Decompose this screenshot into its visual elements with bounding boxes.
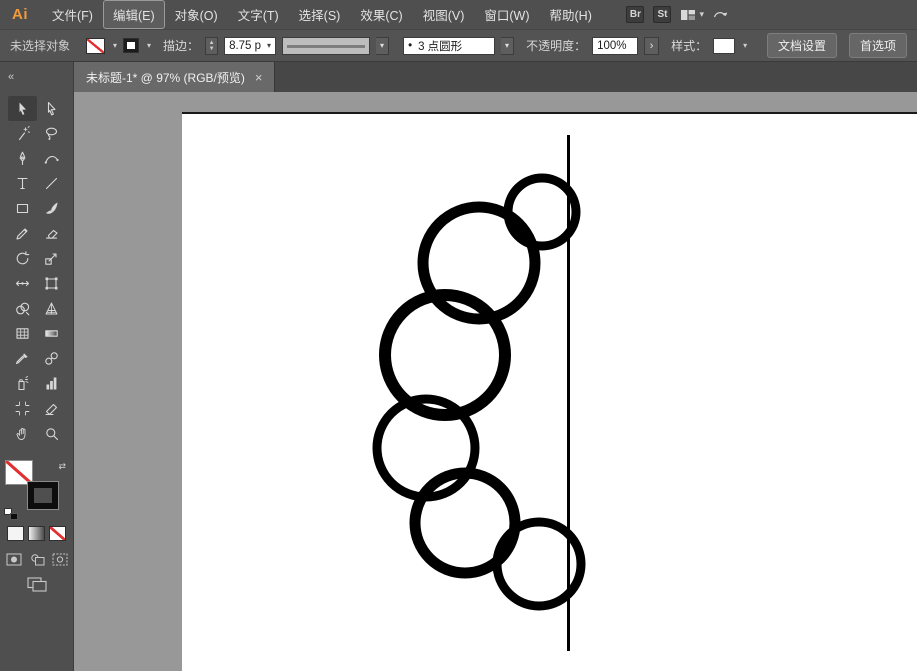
eyedropper-tool[interactable] (8, 346, 37, 371)
screen-mode-icon[interactable] (27, 577, 47, 595)
menu-select[interactable]: 选择(S) (289, 0, 351, 29)
magic-wand-tool[interactable] (8, 121, 37, 146)
rectangle-tool[interactable] (8, 196, 37, 221)
width-profile-dropdown-icon[interactable]: ▾ (376, 37, 389, 55)
selection-status: 未选择对象 (10, 37, 70, 54)
opacity-panel-launcher[interactable]: › (644, 37, 659, 55)
fill-color-swatch[interactable] (86, 38, 105, 54)
control-bar: 未选择对象 ▾ ▾ 描边： ▲ ▼ 8.75 p ▾ ▾ • 3 点圆形 ▾ 不… (0, 30, 917, 62)
chevron-down-icon: ▾ (699, 9, 704, 20)
eraser-tool[interactable] (37, 221, 66, 246)
menu-window[interactable]: 窗口(W) (474, 0, 539, 29)
gradient-button[interactable] (28, 526, 45, 541)
pen-tool[interactable] (8, 146, 37, 171)
default-fill-stroke-icon[interactable] (4, 508, 18, 520)
draw-behind-icon[interactable] (27, 551, 47, 567)
document-tab[interactable]: 未标题-1* @ 97% (RGB/预览) × (74, 62, 275, 92)
menu-file[interactable]: 文件(F) (42, 0, 103, 29)
tools-panel-header[interactable]: « (0, 62, 74, 92)
cc-sync-icon[interactable] (713, 8, 729, 21)
style-label: 样式： (671, 37, 707, 54)
curvature-tool[interactable] (37, 146, 66, 171)
column-graph-tool[interactable] (37, 371, 66, 396)
workspace-switcher[interactable]: ▾ (680, 8, 704, 22)
menu-type[interactable]: 文字(T) (228, 0, 289, 29)
stroke-color-swatch[interactable] (123, 38, 139, 53)
color-type-buttons (0, 526, 73, 541)
width-tool[interactable] (8, 271, 37, 296)
menu-effect[interactable]: 效果(C) (350, 0, 412, 29)
tools-panel: ⇄ (0, 92, 74, 671)
swap-fill-stroke-icon[interactable]: ⇄ (58, 461, 66, 472)
type-tool[interactable] (8, 171, 37, 196)
stroke-swatch[interactable] (27, 481, 59, 510)
app-logo: Ai (12, 6, 28, 23)
close-icon[interactable]: × (255, 70, 263, 85)
menubar: Ai 文件(F) 编辑(E) 对象(O) 文字(T) 选择(S) 效果(C) 视… (0, 0, 917, 30)
artboard[interactable] (182, 112, 917, 671)
menu-view[interactable]: 视图(V) (413, 0, 475, 29)
bridge-icon[interactable]: Br (626, 6, 644, 23)
width-profile-dropdown[interactable] (282, 37, 370, 55)
illustrator-window: Ai 文件(F) 编辑(E) 对象(O) 文字(T) 选择(S) 效果(C) 视… (0, 0, 917, 671)
mesh-tool[interactable] (8, 321, 37, 346)
style-dropdown-icon[interactable]: ▾ (743, 41, 747, 50)
artwork-svg (182, 114, 917, 671)
canvas-area[interactable] (74, 92, 917, 671)
stroke-weight-stepper[interactable]: ▲ ▼ (205, 37, 218, 55)
free-transform-tool[interactable] (37, 271, 66, 296)
collapse-panel-icon[interactable]: « (8, 71, 14, 83)
stroke-weight-dropdown-icon[interactable]: ▾ (263, 41, 271, 50)
opacity-label: 不透明度： (526, 37, 586, 54)
fill-stroke-control: ⇄ (0, 460, 73, 520)
scale-tool[interactable] (37, 246, 66, 271)
document-tab-title: 未标题-1* @ 97% (RGB/预览) (86, 69, 245, 86)
brush-definition-field[interactable]: • 3 点圆形 (403, 37, 495, 55)
brush-dropdown-icon[interactable]: ▾ (501, 37, 514, 55)
fill-dropdown-icon[interactable]: ▾ (113, 41, 117, 50)
gradient-tool[interactable] (37, 321, 66, 346)
blend-tool[interactable] (37, 346, 66, 371)
stock-icon[interactable]: St (653, 6, 671, 23)
drawing-modes (0, 551, 73, 567)
symbol-sprayer-tool[interactable] (8, 371, 37, 396)
screen-mode-control (0, 577, 73, 595)
pencil-tool[interactable] (8, 221, 37, 246)
preferences-button[interactable]: 首选项 (849, 33, 907, 58)
document-setup-button[interactable]: 文档设置 (767, 33, 837, 58)
shape-builder-tool[interactable] (8, 296, 37, 321)
brush-name: 3 点圆形 (418, 38, 462, 54)
color-button[interactable] (7, 526, 24, 541)
stroke-weight-label: 描边： (163, 37, 199, 54)
hand-tool[interactable] (8, 421, 37, 446)
opacity-field[interactable]: 100% (592, 37, 638, 55)
slice-tool[interactable] (37, 396, 66, 421)
workspace-icon (680, 8, 696, 22)
draw-normal-icon[interactable] (4, 551, 24, 567)
lasso-tool[interactable] (37, 121, 66, 146)
none-button[interactable] (49, 526, 66, 541)
paintbrush-tool[interactable] (37, 196, 66, 221)
style-swatch[interactable] (713, 38, 735, 54)
draw-inside-icon[interactable] (50, 551, 70, 567)
document-tabs: 未标题-1* @ 97% (RGB/预览) × (74, 62, 917, 92)
stroke-weight-field[interactable]: 8.75 p ▾ (224, 37, 276, 55)
menu-edit[interactable]: 编辑(E) (103, 0, 165, 29)
stroke-dropdown-icon[interactable]: ▾ (147, 41, 151, 50)
stepper-down-icon[interactable]: ▼ (209, 46, 215, 52)
perspective-grid-tool[interactable] (37, 296, 66, 321)
menu-object[interactable]: 对象(O) (165, 0, 228, 29)
brush-preview-dot: • (408, 40, 412, 52)
zoom-tool[interactable] (37, 421, 66, 446)
direct-selection-tool[interactable] (37, 96, 66, 121)
artboard-tool[interactable] (8, 396, 37, 421)
line-segment-tool[interactable] (37, 171, 66, 196)
selection-tool[interactable] (8, 96, 37, 121)
rotate-tool[interactable] (8, 246, 37, 271)
tab-row: « 未标题-1* @ 97% (RGB/预览) × (0, 62, 917, 92)
menu-help[interactable]: 帮助(H) (540, 0, 602, 29)
